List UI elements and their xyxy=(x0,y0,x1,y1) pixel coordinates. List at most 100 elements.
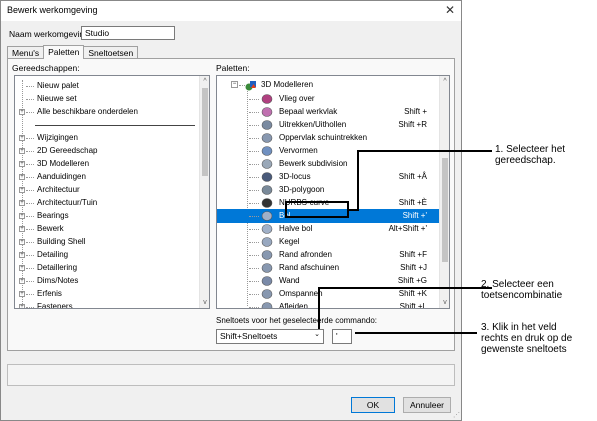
tools-list-item-label: 2D Gereedschap xyxy=(37,146,98,155)
expand-icon[interactable]: + xyxy=(19,109,25,115)
tools-list-item[interactable]: + Architectuur/Tuin xyxy=(15,197,195,209)
palettes-heading: Paletten: xyxy=(216,63,250,73)
palette-item-label: Kegel xyxy=(279,237,300,246)
description-box xyxy=(7,364,455,386)
palette-item-label: Halve bol xyxy=(279,224,313,233)
scroll-down-icon[interactable]: v xyxy=(441,299,449,306)
palette-item[interactable]: Oppervlak schuintrekken xyxy=(217,131,441,145)
tools-list-item[interactable]: Nieuw palet xyxy=(15,80,195,92)
tools-list-item-label: Aanduidingen xyxy=(37,172,86,181)
palette-item[interactable]: Afleiden Shift +L xyxy=(217,300,441,309)
ok-button[interactable]: OK xyxy=(351,397,395,413)
tools-list-item[interactable]: +3D Modelleren xyxy=(15,158,195,170)
modifier-select[interactable]: Shift+Sneltoets ⌄ xyxy=(216,329,324,344)
expand-icon[interactable]: + xyxy=(19,213,25,219)
3d-polygon-icon xyxy=(261,185,273,195)
tools-list-item[interactable]: + Aanduidingen xyxy=(15,171,195,183)
workspace-name-label: Naam werkomgeving: xyxy=(9,29,92,39)
expand-icon[interactable]: + xyxy=(19,239,25,245)
tools-list-item[interactable]: + Architectuur xyxy=(15,184,195,196)
cone-icon xyxy=(261,237,273,247)
tools-list-item[interactable]: + Dims/Notes xyxy=(15,275,195,287)
cancel-button[interactable]: Annuleer xyxy=(403,397,451,413)
palettes-list[interactable]: − 3D Modelleren Vlieg over Bepaal werkvla… xyxy=(216,75,450,309)
callout-1: 1. Selecteer het gereedschap. xyxy=(495,144,565,166)
callout-3: 3. Klik in het veld rechts en druk op de… xyxy=(481,322,572,355)
scroll-up-icon[interactable]: ^ xyxy=(441,78,449,85)
tools-list-item[interactable]: Nieuwe set xyxy=(15,93,195,105)
callout-1-line-2: gereedschap. xyxy=(495,155,556,166)
workspace-name-input[interactable]: Studio xyxy=(81,26,175,40)
tools-separator xyxy=(35,125,195,126)
palettes-scroll-thumb[interactable] xyxy=(442,158,448,262)
tools-list[interactable]: Nieuw palet Nieuwe set + Alle beschikbare o… xyxy=(14,75,210,309)
extrude-icon xyxy=(261,120,273,130)
expand-icon[interactable]: + xyxy=(19,135,25,141)
palette-item-shortcut: Shift +L xyxy=(399,302,427,309)
expand-icon[interactable]: + xyxy=(19,226,25,232)
tools-list-item[interactable]: + Erfenis xyxy=(15,288,195,300)
tools-list-item-label: Bewerk xyxy=(37,224,64,233)
tools-list-item[interactable]: + Detailing xyxy=(15,249,195,261)
tools-list-item[interactable]: + Building Shell xyxy=(15,236,195,248)
tools-list-item[interactable]: + Wijzigingen xyxy=(15,132,195,144)
palette-item[interactable]: Rand afschuinen Shift +J xyxy=(217,261,441,275)
palettes-scrollbar[interactable]: ^ v xyxy=(439,76,449,308)
tools-list-item-label: Bearings xyxy=(37,211,69,220)
tools-list-item-label: 3D Modelleren xyxy=(37,159,90,168)
tools-list-item-label: Alle beschikbare onderdelen xyxy=(37,107,138,116)
tools-list-item[interactable]: + Bewerk xyxy=(15,223,195,235)
scroll-up-icon[interactable]: ^ xyxy=(201,78,209,85)
palette-item[interactable]: Wand Shift +G xyxy=(217,274,441,288)
palette-item-label: Uitrekken/Uithollen xyxy=(279,120,347,129)
tools-scroll-thumb[interactable] xyxy=(202,88,208,176)
palette-item-shortcut: Shift +J xyxy=(400,263,427,272)
nurbs-curve-icon xyxy=(261,198,273,208)
expand-icon[interactable]: + xyxy=(19,161,25,167)
palette-root-row[interactable]: − 3D Modelleren xyxy=(217,78,441,92)
palette-item[interactable]: Kegel xyxy=(217,235,441,249)
shortcut-key-input[interactable]: ' xyxy=(332,329,352,344)
tools-list-item-label: Nieuw palet xyxy=(37,81,79,90)
palette-item-label: Oppervlak schuintrekken xyxy=(279,133,368,142)
tools-list-item[interactable]: + Bearings xyxy=(15,210,195,222)
expand-icon[interactable]: + xyxy=(19,291,25,297)
palette-item[interactable]: Rand afronden Shift +F xyxy=(217,248,441,262)
scroll-down-icon[interactable]: v xyxy=(201,299,209,306)
collapse-icon[interactable]: − xyxy=(231,81,238,88)
tools-list-item[interactable]: + Fasteners xyxy=(15,301,195,309)
expand-icon[interactable]: + xyxy=(19,252,25,258)
3d-locus-icon xyxy=(261,172,273,182)
tab-palettes[interactable]: Paletten xyxy=(43,45,85,59)
palette-item-label: Afleiden xyxy=(279,302,308,309)
palette-item[interactable]: Omspannen Shift +K xyxy=(217,287,441,301)
expand-icon[interactable]: + xyxy=(19,174,25,180)
tools-list-item[interactable]: + Detaillering xyxy=(15,262,195,274)
tools-list-item[interactable]: +2D Gereedschap xyxy=(15,145,195,157)
resize-grip-icon[interactable]: ⋰ xyxy=(453,411,460,419)
palette-item-label: Rand afschuinen xyxy=(279,263,340,272)
palette-item-label: Wand xyxy=(279,276,300,285)
palette-item[interactable]: Bepaal werkvlak Shift + xyxy=(217,105,441,119)
tools-list-item-label: Building Shell xyxy=(37,237,86,246)
palette-item[interactable]: Bewerk subdivision xyxy=(217,157,441,171)
palette-item[interactable]: Halve bol Alt+Shift +' xyxy=(217,222,441,236)
close-icon[interactable]: ✕ xyxy=(445,3,455,17)
expand-icon[interactable]: + xyxy=(19,304,25,308)
loft-icon xyxy=(261,289,273,299)
tools-list-item[interactable]: + Alle beschikbare onderdelen xyxy=(15,106,195,118)
expand-icon[interactable]: + xyxy=(19,265,25,271)
palette-item-shortcut: Shift +R xyxy=(398,120,427,129)
palette-item[interactable]: 3D-polygoon xyxy=(217,183,441,197)
palette-item[interactable]: Uitrekken/Uithollen Shift +R xyxy=(217,118,441,132)
expand-icon[interactable]: + xyxy=(19,148,25,154)
palette-item[interactable]: 3D-locus Shift +Å xyxy=(217,170,441,184)
selected-tool-highlight xyxy=(285,201,349,218)
expand-icon[interactable]: + xyxy=(19,278,25,284)
callout-3-line-3: gewenste sneltoets xyxy=(481,344,567,355)
tools-scrollbar[interactable]: ^ v xyxy=(199,76,209,308)
tools-list-item-label: Fasteners xyxy=(37,302,73,309)
expand-icon[interactable]: + xyxy=(19,200,25,206)
palette-item[interactable]: Vlieg over xyxy=(217,92,441,106)
expand-icon[interactable]: + xyxy=(19,187,25,193)
